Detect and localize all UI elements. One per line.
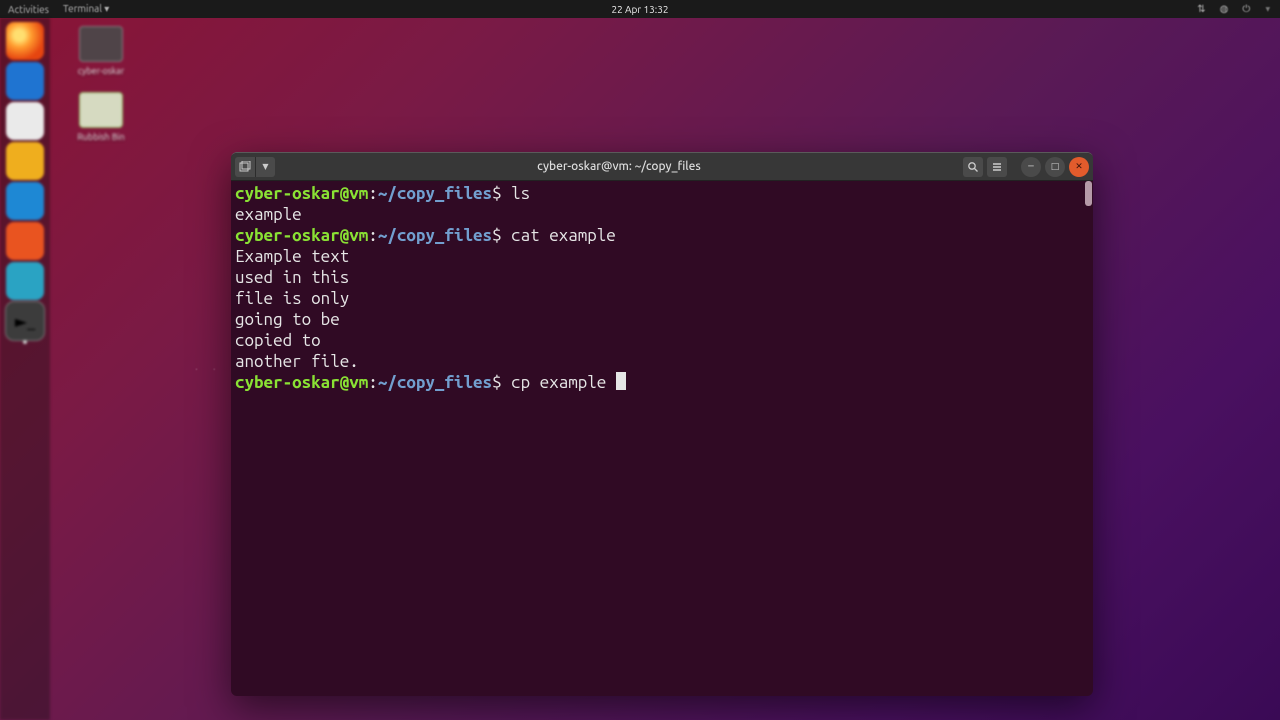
command-text: cat example	[511, 226, 616, 245]
chevron-down-icon: ▼	[1266, 5, 1271, 12]
scrollbar[interactable]	[1085, 181, 1092, 696]
output-line: Example text	[235, 247, 349, 266]
sound-icon[interactable]: ◍	[1220, 3, 1229, 15]
folder-icon	[79, 26, 123, 62]
prompt-path: ~/copy_files	[378, 373, 492, 392]
close-button[interactable]: ✕	[1069, 157, 1089, 177]
search-button[interactable]	[963, 157, 983, 177]
dock-software-icon[interactable]	[6, 222, 44, 260]
prompt-dollar: $	[492, 184, 511, 203]
output-line: used in this	[235, 268, 349, 287]
dock-thunderbird-icon[interactable]	[6, 62, 44, 100]
new-tab-button[interactable]	[235, 157, 255, 177]
desktop-icon-label: Rubbish Bin	[66, 132, 136, 142]
clock[interactable]: 22 Apr 13:32	[611, 4, 668, 15]
new-tab-icon	[239, 161, 251, 173]
titlebar[interactable]: ▼ cyber-oskar@vm: ~/copy_files ─ □ ✕	[231, 153, 1093, 181]
dock-writer-icon[interactable]	[6, 182, 44, 220]
terminal-window: ▼ cyber-oskar@vm: ~/copy_files ─ □ ✕ cyb…	[231, 152, 1093, 696]
menu-button[interactable]	[987, 157, 1007, 177]
prompt-dollar: $	[492, 373, 511, 392]
prompt-dollar: $	[492, 226, 511, 245]
activities-button[interactable]: Activities	[8, 4, 49, 15]
prompt-colon: :	[368, 373, 378, 392]
dock: ►_	[0, 18, 50, 720]
chevron-down-icon: ▼	[262, 162, 268, 171]
text-cursor	[616, 372, 626, 390]
dock-files-icon[interactable]	[6, 102, 44, 140]
maximize-icon: □	[1051, 161, 1060, 172]
output-line: example	[235, 205, 302, 224]
close-icon: ✕	[1075, 161, 1083, 172]
window-title: cyber-oskar@vm: ~/copy_files	[279, 160, 959, 173]
minimize-icon: ─	[1028, 161, 1033, 172]
prompt-user: cyber-oskar@vm	[235, 373, 368, 392]
app-menu[interactable]: Terminal ▾	[63, 3, 109, 15]
command-text: ls	[511, 184, 530, 203]
prompt-colon: :	[368, 226, 378, 245]
output-line: another file.	[235, 352, 359, 371]
search-icon	[967, 161, 979, 173]
output-line: going to be	[235, 310, 340, 329]
prompt-user: cyber-oskar@vm	[235, 184, 368, 203]
prompt-path: ~/copy_files	[378, 184, 492, 203]
power-icon[interactable]: ⏻	[1242, 3, 1250, 15]
minimize-button[interactable]: ─	[1021, 157, 1041, 177]
dock-firefox-icon[interactable]	[6, 22, 44, 60]
desktop-icon-label: cyber-oskar	[66, 66, 136, 76]
network-icon[interactable]: ⇅	[1197, 3, 1205, 15]
dock-help-icon[interactable]	[6, 262, 44, 300]
output-line: file is only	[235, 289, 349, 308]
trash-icon	[79, 92, 123, 128]
prompt-user: cyber-oskar@vm	[235, 226, 368, 245]
dock-terminal-icon[interactable]: ►_	[6, 302, 44, 340]
output-line: copied to	[235, 331, 321, 350]
desktop-trash[interactable]: Rubbish Bin	[66, 92, 136, 142]
prompt-colon: :	[368, 184, 378, 203]
new-tab-dropdown[interactable]: ▼	[255, 157, 275, 177]
scrollbar-thumb[interactable]	[1085, 181, 1092, 206]
hamburger-icon	[991, 161, 1003, 173]
desktop-home-folder[interactable]: cyber-oskar	[66, 26, 136, 76]
dock-rhythmbox-icon[interactable]	[6, 142, 44, 180]
maximize-button[interactable]: □	[1045, 157, 1065, 177]
terminal-body[interactable]: cyber-oskar@vm:~/copy_files$ ls example …	[231, 181, 1093, 696]
prompt-path: ~/copy_files	[378, 226, 492, 245]
dock-active-indicator	[23, 340, 27, 344]
top-bar: Activities Terminal ▾ 22 Apr 13:32 ⇅ ◍ ⏻…	[0, 0, 1280, 18]
command-text: cp example	[511, 373, 616, 392]
